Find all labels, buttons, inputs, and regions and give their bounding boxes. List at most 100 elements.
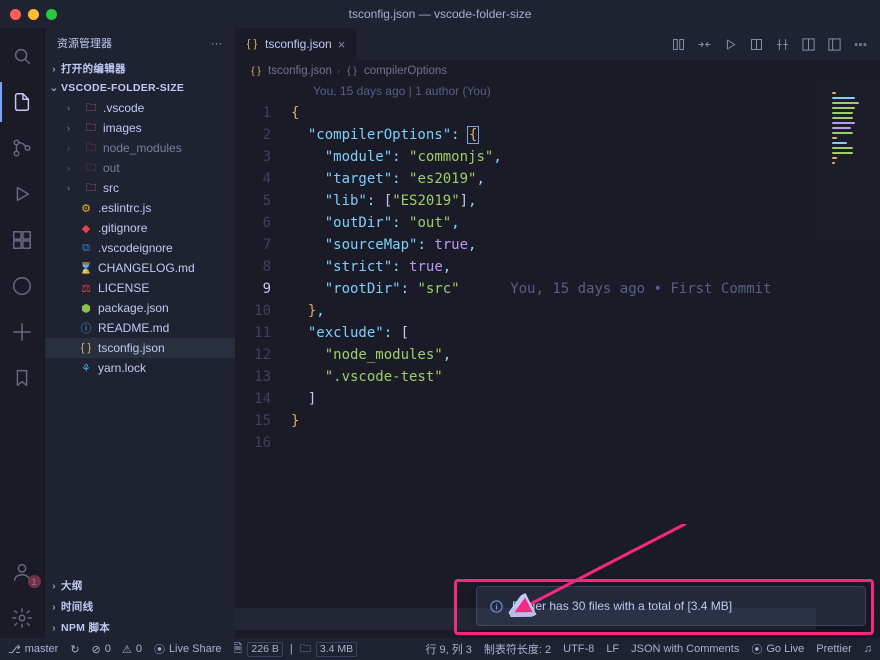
- file-item[interactable]: ⚘yarn.lock: [45, 358, 235, 378]
- status-sync[interactable]: ↻: [70, 643, 79, 656]
- file-type-icon: ⚘: [79, 361, 93, 375]
- folder-icon: 🗀: [84, 161, 98, 175]
- compare-changes-icon[interactable]: [697, 37, 712, 52]
- file-item[interactable]: { }tsconfig.json: [45, 338, 235, 358]
- toggle-panel-icon[interactable]: [827, 37, 842, 52]
- chevron-right-icon: ›: [67, 103, 77, 113]
- status-eol[interactable]: LF: [606, 643, 619, 655]
- activity-bar: [0, 28, 45, 638]
- chevron-right-icon: ›: [337, 66, 340, 76]
- zoom-window-icon[interactable]: [46, 9, 57, 20]
- status-cursor[interactable]: 行 9, 列 3: [425, 641, 471, 657]
- file-item[interactable]: ⧉.vscodeignore: [45, 238, 235, 258]
- section-timeline[interactable]: ›时间线: [45, 596, 235, 617]
- minimize-window-icon[interactable]: [28, 9, 39, 20]
- json-icon: { }: [249, 64, 263, 78]
- diff-icon[interactable]: [775, 37, 790, 52]
- open-preview-icon[interactable]: [749, 37, 764, 52]
- file-item[interactable]: ⬢package.json: [45, 298, 235, 318]
- source-control-icon[interactable]: [0, 128, 45, 168]
- file-type-icon: ⚖: [79, 281, 93, 295]
- file-type-icon: ⌛: [79, 261, 93, 275]
- status-bar: ⎇master ↻ ⊘0 ⚠0 ⦿Live Share 🗎 226 B | 🗀 …: [0, 638, 880, 660]
- tab-actions: [659, 28, 880, 60]
- sidebar-more-icon[interactable]: ⋯: [211, 37, 223, 50]
- folder-item[interactable]: › 🗀 images: [45, 118, 235, 138]
- file-item[interactable]: ⓘ README.md: [45, 318, 235, 338]
- split-editor-icon[interactable]: [801, 37, 816, 52]
- accounts-icon[interactable]: [0, 552, 45, 592]
- error-icon: ⊘: [92, 643, 101, 656]
- file-type-icon: ⓘ: [79, 321, 93, 335]
- status-notifications-icon[interactable]: ♫: [864, 643, 872, 655]
- file-tree: ›🗀.vscode›🗀images›🗀node_modules›🗀out›🗀sr…: [45, 97, 235, 379]
- breadcrumb-file[interactable]: tsconfig.json: [268, 65, 332, 77]
- status-encoding[interactable]: UTF-8: [563, 643, 594, 655]
- section-label: VSCODE-FOLDER-SIZE: [61, 82, 184, 94]
- breadcrumb[interactable]: { } tsconfig.json › { } compilerOptions: [235, 60, 880, 82]
- close-tab-icon[interactable]: ×: [338, 37, 346, 52]
- file-item[interactable]: ⚙.eslintrc.js: [45, 198, 235, 218]
- editor-tabs: { } tsconfig.json ×: [235, 28, 880, 60]
- status-problems[interactable]: ⊘0 ⚠0: [92, 643, 142, 656]
- folder-icon: 🗀: [84, 141, 98, 155]
- folder-icon: 🗀: [300, 640, 311, 659]
- breadcrumb-symbol[interactable]: compilerOptions: [364, 65, 447, 77]
- folder-item[interactable]: ›🗀out: [45, 158, 235, 178]
- search-icon[interactable]: [0, 36, 45, 76]
- status-liveshare[interactable]: ⦿Live Share: [154, 641, 222, 657]
- chevron-right-icon: ›: [67, 123, 77, 133]
- line-numbers: 12345678910111213141516: [235, 102, 291, 454]
- tree-item-label: package.json: [98, 301, 169, 315]
- section-npm[interactable]: ›NPM 脚本: [45, 617, 235, 638]
- file-item[interactable]: ⚖ LICENSE: [45, 278, 235, 298]
- chevron-right-icon: ›: [67, 183, 77, 193]
- bookmark-icon[interactable]: [0, 358, 45, 398]
- file-item[interactable]: ⌛CHANGELOG.md: [45, 258, 235, 278]
- chevron-right-icon: ›: [67, 143, 77, 153]
- status-file-bytes: 226 B: [247, 642, 282, 657]
- folder-icon: 🗀: [84, 101, 98, 115]
- warning-icon: ⚠: [122, 643, 132, 656]
- folder-item[interactable]: ›🗀node_modules: [45, 138, 235, 158]
- section-open-editors[interactable]: ›打开的编辑器: [45, 58, 235, 79]
- close-window-icon[interactable]: [10, 9, 21, 20]
- code-body[interactable]: { "compilerOptions": { "module": "common…: [291, 102, 880, 454]
- settings-gear-icon[interactable]: [0, 598, 45, 638]
- gitlens-codelens[interactable]: You, 15 days ago | 1 author (You): [235, 82, 880, 102]
- status-language[interactable]: JSON with Comments: [631, 643, 739, 655]
- explorer-icon[interactable]: [0, 82, 45, 122]
- folder-icon: 🗀: [84, 121, 98, 135]
- extensions-icon[interactable]: [0, 220, 45, 260]
- github-icon[interactable]: [0, 266, 45, 306]
- status-branch[interactable]: ⎇master: [8, 643, 58, 656]
- run-icon[interactable]: [723, 37, 738, 52]
- section-label: NPM 脚本: [61, 620, 110, 635]
- tree-item-label: README.md: [98, 321, 169, 335]
- file-type-icon: { }: [79, 341, 93, 355]
- folder-item[interactable]: ›🗀src: [45, 178, 235, 198]
- status-foldersize[interactable]: 🗎 226 B | 🗀 3.4 MB: [234, 640, 358, 659]
- code-editor[interactable]: 12345678910111213141516 { "compilerOptio…: [235, 102, 880, 454]
- section-outline[interactable]: ›大纲: [45, 575, 235, 596]
- section-label: 时间线: [61, 599, 93, 614]
- tree-item-label: images: [103, 121, 142, 135]
- status-tabsize[interactable]: 制表符长度: 2: [484, 641, 551, 657]
- status-golive[interactable]: ⦿Go Live: [751, 641, 804, 657]
- status-prettier[interactable]: Prettier: [816, 643, 851, 655]
- section-project[interactable]: ⌄VSCODE-FOLDER-SIZE: [45, 79, 235, 97]
- file-item[interactable]: ◆.gitignore: [45, 218, 235, 238]
- tree-item-label: .vscodeignore: [98, 241, 173, 255]
- tab-tsconfig[interactable]: { } tsconfig.json ×: [235, 28, 356, 60]
- folder-item[interactable]: ›🗀.vscode: [45, 98, 235, 118]
- file-type-icon: ⚙: [79, 201, 93, 215]
- run-debug-icon[interactable]: [0, 174, 45, 214]
- tree-item-label: LICENSE: [98, 281, 149, 295]
- compare-icon[interactable]: [671, 37, 686, 52]
- remote-icon[interactable]: [0, 312, 45, 352]
- folder-icon: 🗀: [84, 181, 98, 195]
- explorer-sidebar: 资源管理器 ⋯ ›打开的编辑器 ⌄VSCODE-FOLDER-SIZE › 🗀 .v…: [45, 28, 235, 638]
- more-actions-icon[interactable]: [853, 37, 868, 52]
- sidebar-title: 资源管理器 ⋯: [45, 28, 235, 58]
- sync-icon: ↻: [70, 643, 79, 656]
